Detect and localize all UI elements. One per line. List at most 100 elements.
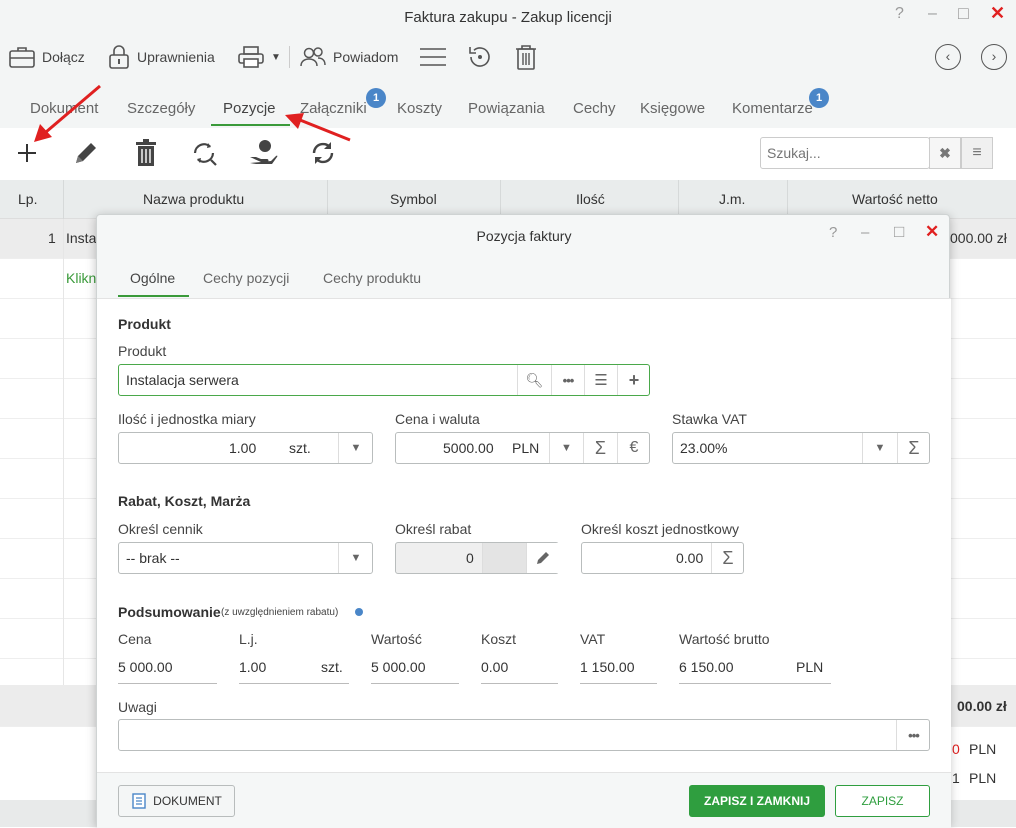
product-list-button[interactable]: ☰	[584, 365, 617, 395]
sum-unit: szt.	[321, 659, 343, 675]
sum-value-line	[371, 683, 459, 684]
menu-button[interactable]	[419, 42, 447, 72]
unitcost-label: Określ koszt jednostkowy	[581, 521, 739, 537]
dialog-tab-product-features[interactable]: Cechy produktu	[323, 270, 421, 286]
delete-doc-button[interactable]	[514, 42, 538, 72]
col-product-name[interactable]: Nazwa produktu	[143, 191, 244, 207]
col-quantity[interactable]: Ilość	[576, 191, 605, 207]
chevron-down-icon: ▼	[350, 552, 362, 564]
footer-amount-2: 1	[952, 770, 960, 786]
summary-note: (z uwzględnieniem rabatu)	[221, 607, 339, 618]
discount-type[interactable]	[482, 543, 526, 573]
document-icon	[132, 793, 146, 809]
product-search-button[interactable]: 🔍︎	[517, 365, 551, 395]
pricelist-value: -- brak --	[126, 550, 180, 566]
permissions-button[interactable]: Uprawnienia	[107, 42, 215, 72]
total-value: 00.00 zł	[957, 698, 1007, 714]
minimize-icon[interactable]: –	[928, 5, 937, 23]
qty-field[interactable]: 1.00 szt. ▼	[118, 432, 373, 464]
dialog-body: Produkt Produkt Instalacja serwera 🔍︎ ••…	[97, 298, 951, 772]
chevron-left-icon: ‹	[945, 48, 951, 64]
tab-koszty[interactable]: Koszty	[397, 100, 442, 117]
notify-label: Powiadom	[333, 49, 399, 65]
discount-edit-button[interactable]	[526, 543, 559, 573]
tab-komentarze[interactable]: Komentarze	[732, 100, 813, 117]
notify-button[interactable]: Powiadom	[299, 42, 398, 72]
printer-icon	[238, 46, 264, 68]
info-icon[interactable]	[355, 608, 363, 616]
dialog-close-icon[interactable]: ✕	[925, 222, 939, 242]
summary-section-title: Podsumowanie	[118, 604, 221, 620]
footer-amount-1: 0	[952, 741, 960, 757]
product-field[interactable]: Instalacja serwera 🔍︎ ••• ☰ +	[118, 364, 650, 396]
permissions-label: Uprawnienia	[137, 49, 215, 65]
maximize-icon[interactable]: □	[958, 3, 969, 24]
search-input[interactable]	[760, 137, 930, 169]
qty-label: Ilość i jednostka miary	[118, 411, 256, 427]
tab-powiazania[interactable]: Powiązania	[468, 100, 545, 117]
price-label: Cena i waluta	[395, 411, 480, 427]
col-separator	[63, 180, 64, 219]
vat-dropdown[interactable]: ▼	[862, 433, 897, 463]
notes-more-button[interactable]: •••	[896, 720, 930, 750]
pricelist-dropdown[interactable]: ▼	[338, 543, 373, 573]
dialog-tab-position-features[interactable]: Cechy pozycji	[203, 270, 289, 286]
col-symbol[interactable]: Symbol	[390, 191, 437, 207]
unit-value: szt.	[289, 440, 311, 456]
currency-rate-button[interactable]: €	[617, 433, 650, 463]
comments-badge: 1	[809, 88, 829, 108]
currency-dropdown[interactable]: ▼	[549, 433, 583, 463]
save-button[interactable]: ZAPISZ	[835, 785, 930, 817]
hamburger-icon	[420, 48, 446, 66]
help-icon[interactable]: ?	[895, 5, 904, 23]
product-more-button[interactable]: •••	[551, 365, 584, 395]
next-button[interactable]: ›	[981, 44, 1007, 70]
notes-field[interactable]: •••	[118, 719, 930, 751]
prev-button[interactable]: ‹	[935, 44, 961, 70]
unit-dropdown[interactable]: ▼	[338, 433, 373, 463]
vat-calc-button[interactable]: Σ	[897, 433, 930, 463]
vat-field[interactable]: 23.00% ▼ Σ	[672, 432, 930, 464]
chevron-down-icon[interactable]: ▼	[271, 52, 281, 63]
arrow-to-add	[45, 84, 101, 134]
unitcost-calc-button[interactable]: Σ	[711, 543, 744, 573]
row-lp: 1	[48, 230, 56, 246]
print-button[interactable]: ▼	[237, 42, 281, 72]
ellipsis-icon: •••	[908, 727, 920, 743]
position-dialog: Pozycja faktury ? – □ ✕ Ogólne Cechy poz…	[96, 214, 951, 828]
dialog-tab-general[interactable]: Ogólne	[130, 270, 175, 286]
col-unit[interactable]: J.m.	[719, 191, 745, 207]
euro-icon: €	[629, 439, 639, 456]
col-net-value[interactable]: Wartość netto	[852, 191, 938, 207]
currency-value: PLN	[512, 440, 540, 456]
clear-search-button[interactable]: ✖	[929, 137, 961, 169]
pricelist-select[interactable]: -- brak -- ▼	[118, 542, 373, 574]
search-icon: 🔍︎	[525, 371, 544, 388]
unitcost-field[interactable]: 0.00 Σ	[581, 542, 744, 574]
save-close-button[interactable]: ZAPISZ I ZAMKNIJ	[689, 785, 825, 817]
chevron-down-icon: ▼	[561, 442, 572, 454]
tab-ksiegowe[interactable]: Księgowe	[640, 100, 705, 117]
dialog-help-icon[interactable]: ?	[829, 224, 837, 241]
dialog-maximize-icon[interactable]: □	[894, 222, 904, 242]
close-icon[interactable]: ✕	[990, 3, 1005, 24]
dialog-footer: DOKUMENT ZAPISZ I ZAMKNIJ ZAPISZ	[97, 772, 951, 828]
toolbar-divider	[289, 46, 290, 68]
sum-currency: PLN	[796, 659, 824, 675]
grid-menu-button[interactable]: ≡	[961, 137, 993, 169]
col-lp[interactable]: Lp.	[18, 191, 37, 207]
price-calc-button[interactable]: Σ	[583, 433, 617, 463]
price-field[interactable]: 5000.00 PLN ▼ Σ €	[395, 432, 650, 464]
history-button[interactable]	[467, 42, 493, 72]
sigma-icon: Σ	[722, 547, 734, 568]
tab-cechy[interactable]: Cechy	[573, 100, 616, 117]
sum-cost-line	[481, 683, 558, 684]
sum-cost: 0.00	[481, 659, 509, 675]
briefcase-icon	[9, 47, 35, 68]
attach-button[interactable]: Dołącz	[8, 42, 85, 72]
document-button[interactable]: DOKUMENT	[118, 785, 235, 817]
arrow-to-tab	[299, 118, 351, 142]
discount-field[interactable]: 0	[395, 542, 559, 574]
dialog-minimize-icon[interactable]: –	[861, 224, 869, 241]
product-add-button[interactable]: +	[617, 365, 650, 395]
